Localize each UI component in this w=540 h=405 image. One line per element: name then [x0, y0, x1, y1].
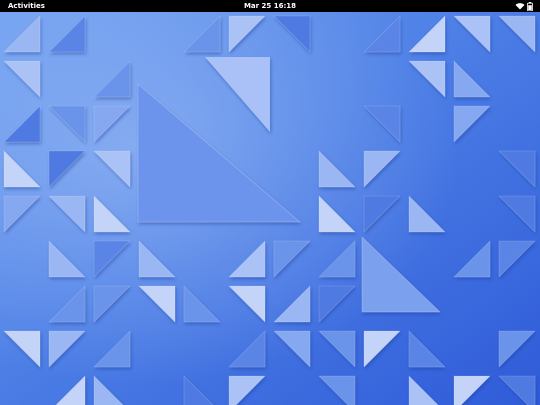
top-bar: Activities Mar 25 16:18: [0, 0, 540, 12]
system-status-menu[interactable]: [514, 0, 536, 12]
desktop-screen: Activities Mar 25 16:18: [0, 0, 540, 405]
clock-button[interactable]: Mar 25 16:18: [230, 0, 310, 12]
wifi-icon: [515, 3, 525, 10]
activities-button[interactable]: Activities: [6, 0, 47, 12]
desktop-wallpaper[interactable]: [0, 12, 540, 405]
battery-icon: [527, 2, 533, 11]
